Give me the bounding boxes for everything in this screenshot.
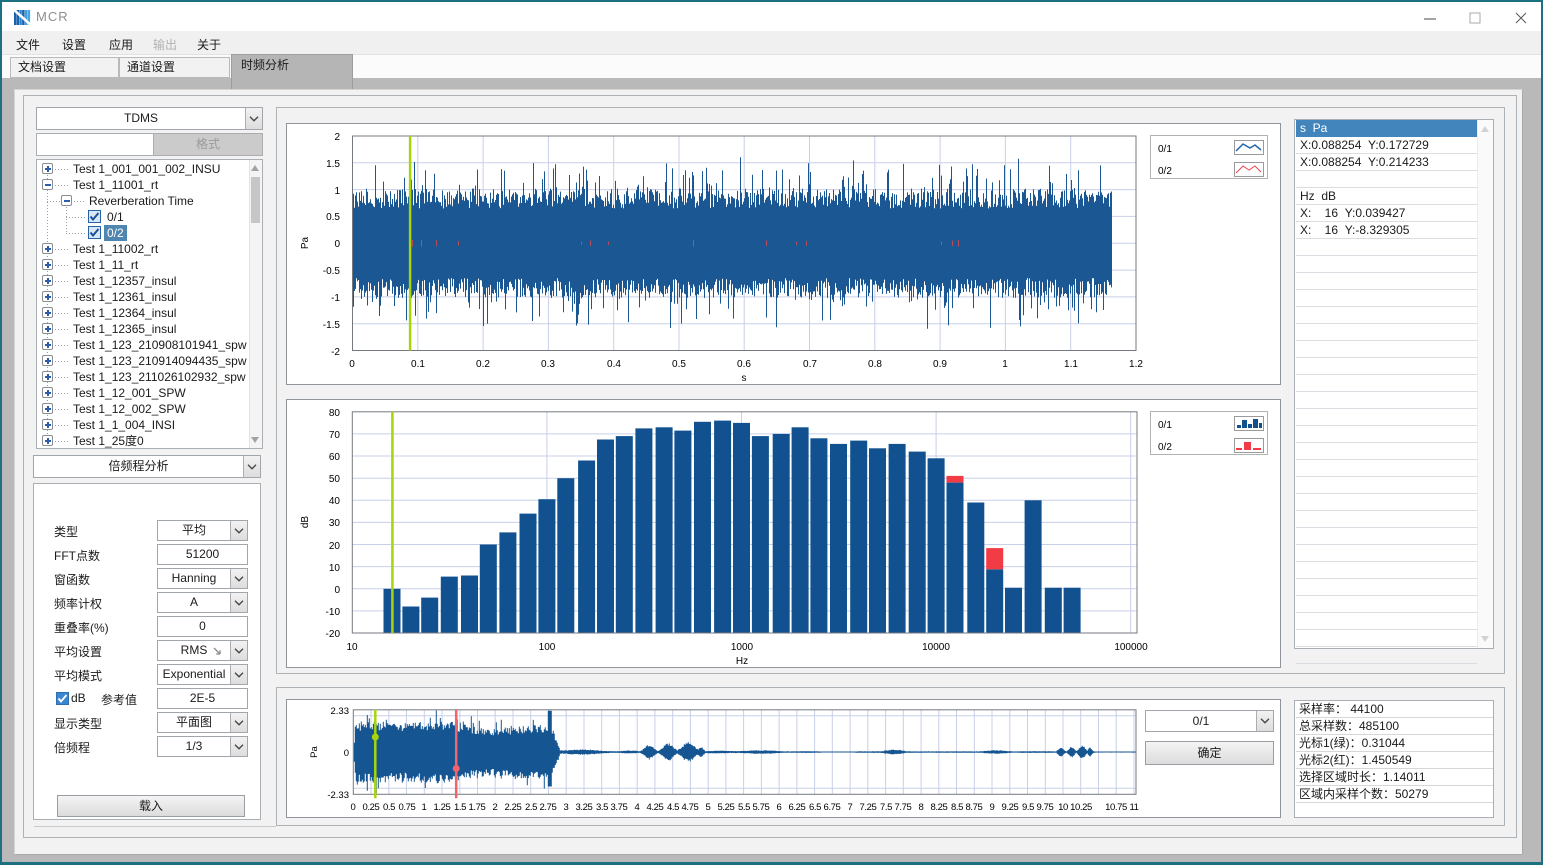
svg-text:10: 10 — [1058, 802, 1068, 813]
svg-text:-1: -1 — [331, 293, 340, 304]
svg-text:0: 0 — [349, 359, 355, 370]
svg-text:dB: dB — [300, 516, 311, 529]
svg-text:60: 60 — [329, 452, 341, 463]
svg-text:-2: -2 — [331, 347, 340, 358]
svg-text:8.25: 8.25 — [931, 802, 948, 813]
svg-text:0/1: 0/1 — [1158, 420, 1172, 431]
svg-text:2.75: 2.75 — [540, 802, 557, 813]
svg-text:1.1: 1.1 — [1064, 359, 1078, 370]
svg-text:4: 4 — [635, 802, 640, 813]
svg-text:10.75: 10.75 — [1105, 802, 1127, 813]
svg-text:100000: 100000 — [1114, 642, 1148, 653]
svg-text:80: 80 — [329, 408, 341, 419]
svg-text:50: 50 — [329, 474, 341, 485]
svg-text:5.25: 5.25 — [718, 802, 735, 813]
svg-text:3.75: 3.75 — [611, 802, 628, 813]
svg-text:-0.5: -0.5 — [323, 266, 341, 277]
svg-text:9.75: 9.75 — [1037, 802, 1054, 813]
svg-text:0.5: 0.5 — [383, 802, 395, 813]
svg-text:5.75: 5.75 — [753, 802, 770, 813]
svg-text:11: 11 — [1129, 802, 1138, 813]
svg-text:9.25: 9.25 — [1002, 802, 1019, 813]
svg-text:0.7: 0.7 — [803, 359, 817, 370]
svg-text:0.2: 0.2 — [476, 359, 490, 370]
svg-text:3.25: 3.25 — [576, 802, 593, 813]
svg-text:9.5: 9.5 — [1022, 802, 1034, 813]
svg-text:7.75: 7.75 — [895, 802, 912, 813]
svg-text:1: 1 — [1002, 359, 1008, 370]
svg-text:0.4: 0.4 — [607, 359, 621, 370]
svg-text:-1.5: -1.5 — [323, 320, 341, 331]
svg-text:1: 1 — [334, 186, 340, 197]
svg-text:10000: 10000 — [922, 642, 950, 653]
svg-text:1.75: 1.75 — [469, 802, 486, 813]
svg-text:1.25: 1.25 — [434, 802, 451, 813]
svg-text:10: 10 — [329, 563, 341, 574]
svg-text:4.25: 4.25 — [647, 802, 664, 813]
svg-text:10.25: 10.25 — [1070, 802, 1092, 813]
svg-text:2.25: 2.25 — [505, 802, 522, 813]
svg-text:-20: -20 — [326, 629, 341, 640]
svg-text:7.5: 7.5 — [880, 802, 892, 813]
svg-text:0.25: 0.25 — [363, 802, 380, 813]
svg-text:0/2: 0/2 — [1158, 166, 1172, 177]
svg-text:1: 1 — [422, 802, 427, 813]
svg-text:4.5: 4.5 — [667, 802, 679, 813]
svg-text:0.6: 0.6 — [737, 359, 751, 370]
svg-text:0: 0 — [334, 585, 340, 596]
svg-text:2.5: 2.5 — [525, 802, 537, 813]
svg-text:8.75: 8.75 — [966, 802, 983, 813]
svg-text:1000: 1000 — [731, 642, 754, 653]
svg-text:7: 7 — [848, 802, 853, 813]
svg-text:100: 100 — [539, 642, 556, 653]
svg-text:9: 9 — [990, 802, 995, 813]
svg-text:8.5: 8.5 — [951, 802, 963, 813]
svg-text:-2.33: -2.33 — [327, 790, 349, 801]
svg-text:6.25: 6.25 — [789, 802, 806, 813]
svg-text:2: 2 — [493, 802, 498, 813]
svg-text:2.33: 2.33 — [331, 706, 350, 717]
svg-text:0.5: 0.5 — [326, 212, 340, 223]
svg-text:3.5: 3.5 — [596, 802, 608, 813]
svg-text:10: 10 — [346, 642, 358, 653]
svg-text:20: 20 — [329, 541, 341, 552]
svg-text:70: 70 — [329, 430, 341, 441]
svg-text:40: 40 — [329, 496, 341, 507]
svg-text:0.9: 0.9 — [933, 359, 947, 370]
svg-text:0: 0 — [344, 748, 349, 759]
svg-text:0.1: 0.1 — [411, 359, 425, 370]
svg-text:Hz: Hz — [736, 656, 748, 667]
svg-text:5: 5 — [706, 802, 711, 813]
svg-text:s: s — [742, 373, 747, 384]
svg-text:1.5: 1.5 — [454, 802, 466, 813]
svg-text:0: 0 — [351, 802, 356, 813]
svg-text:1.2: 1.2 — [1129, 359, 1143, 370]
svg-text:6.75: 6.75 — [824, 802, 841, 813]
svg-text:0/2: 0/2 — [1158, 442, 1172, 453]
svg-text:4.75: 4.75 — [682, 802, 699, 813]
svg-text:0/1: 0/1 — [1158, 144, 1172, 155]
svg-text:0.3: 0.3 — [541, 359, 555, 370]
svg-text:2: 2 — [334, 132, 340, 143]
svg-text:8: 8 — [919, 802, 924, 813]
svg-text:0.8: 0.8 — [868, 359, 882, 370]
svg-text:6: 6 — [777, 802, 782, 813]
svg-text:30: 30 — [329, 518, 341, 529]
svg-text:Pa: Pa — [309, 745, 320, 757]
svg-text:7.25: 7.25 — [860, 802, 877, 813]
svg-text:-10: -10 — [326, 607, 341, 618]
svg-text:1.5: 1.5 — [326, 159, 340, 170]
svg-text:0.5: 0.5 — [672, 359, 686, 370]
svg-text:5.5: 5.5 — [738, 802, 750, 813]
svg-text:6.5: 6.5 — [809, 802, 821, 813]
svg-text:0.75: 0.75 — [399, 802, 416, 813]
svg-text:3: 3 — [564, 802, 569, 813]
svg-text:0: 0 — [334, 239, 340, 250]
svg-text:Pa: Pa — [300, 236, 311, 249]
